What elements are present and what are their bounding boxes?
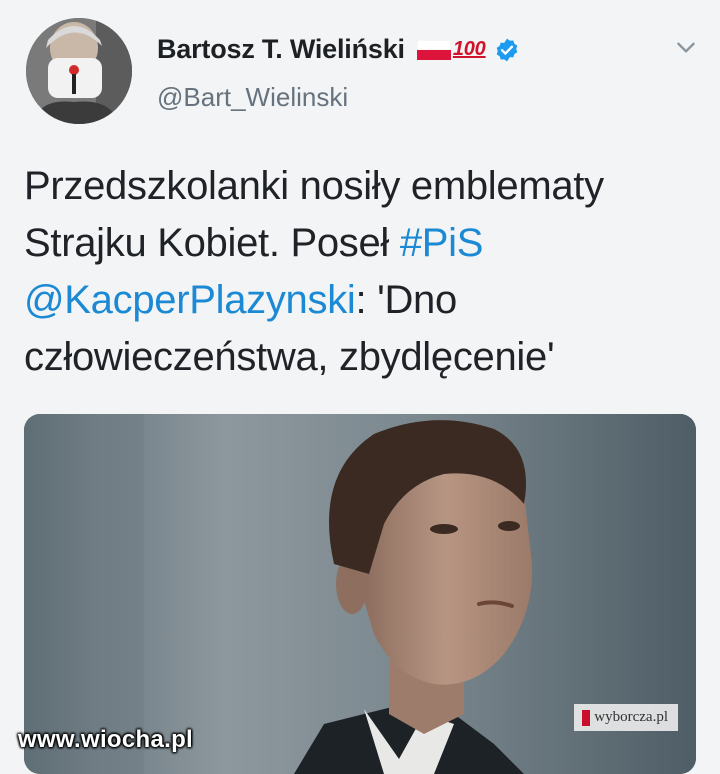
- wyborcza-logo-icon: [582, 709, 591, 726]
- media-source-label: wyborcza.pl: [574, 704, 678, 731]
- author-name[interactable]: Bartosz T. Wieliński: [157, 34, 405, 65]
- hashtag-link[interactable]: #PiS: [400, 221, 484, 265]
- site-watermark: www.wiocha.pl: [18, 726, 194, 753]
- tweet-text: Przedszkolanki nosiły emblematy Strajku …: [24, 158, 704, 386]
- mention-link[interactable]: @KacperPlazynski: [24, 278, 356, 322]
- hundred-points-icon: 100: [452, 38, 486, 60]
- verified-badge-icon: [496, 38, 517, 61]
- tweet-text-part: Przedszkolanki nosiły emblematy Strajku …: [24, 164, 604, 265]
- author-handle[interactable]: @Bart_Wielinski: [157, 82, 348, 113]
- chevron-down-icon[interactable]: [673, 34, 699, 60]
- poland-flag-icon: [416, 39, 451, 60]
- author-name-row[interactable]: Bartosz T. Wieliński 100: [157, 34, 520, 65]
- media-source-text: wyborcza.pl: [594, 709, 668, 725]
- avatar-image: [26, 18, 132, 124]
- author-avatar[interactable]: [26, 18, 132, 124]
- tweet-media-image[interactable]: wyborcza.pl: [24, 414, 696, 774]
